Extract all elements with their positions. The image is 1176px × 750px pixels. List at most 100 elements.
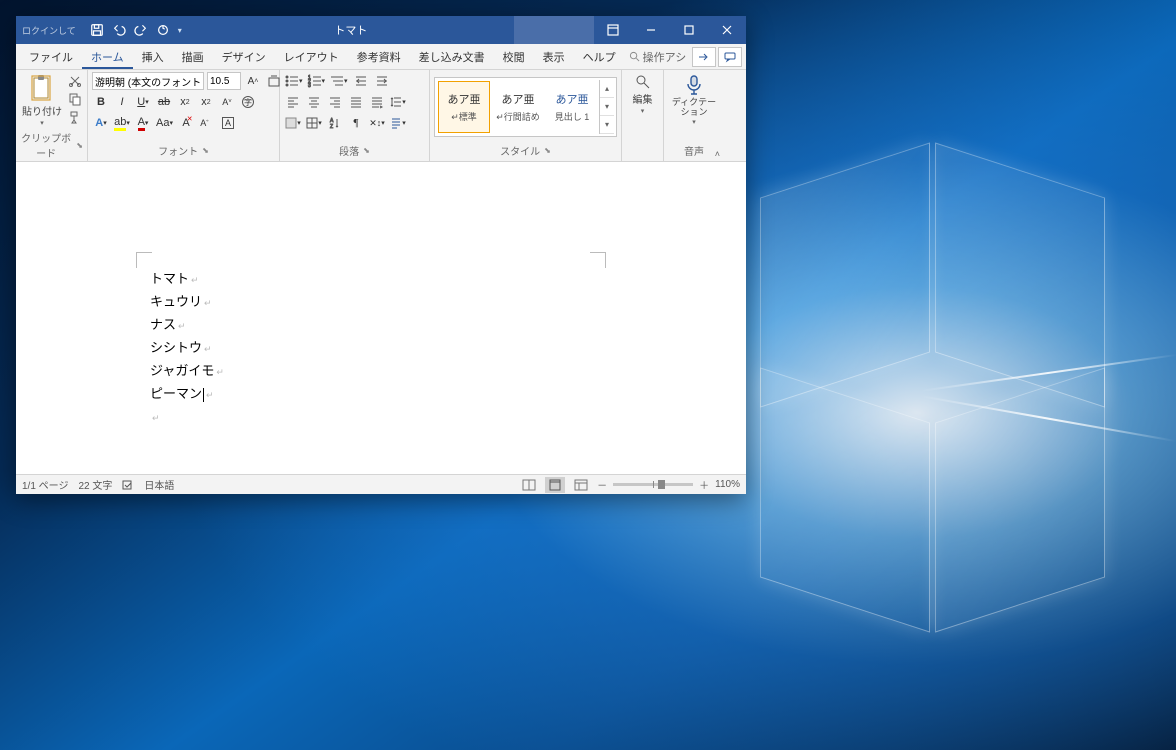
editing-menu[interactable]: 編集 ▾ [631,72,655,117]
superscript-button[interactable]: x2 [197,93,215,111]
tab-home[interactable]: ホーム [82,45,133,69]
web-layout-button[interactable] [571,477,591,493]
show-paragraph-marks-button[interactable]: ¶ [347,114,365,132]
styles-more-button[interactable]: ▾ [600,116,614,134]
dialog-launcher-icon[interactable]: ⬊ [202,146,209,155]
style-no-spacing[interactable]: あア亜 ↵行間詰め [492,81,544,133]
strikethrough-button[interactable]: ab [155,93,173,111]
tab-draw[interactable]: 描画 [173,45,213,69]
paragraph-settings-button[interactable]: ▾ [389,114,407,132]
minimize-button[interactable] [632,16,670,44]
dialog-launcher-icon[interactable]: ⬊ [363,146,370,155]
ribbon-display-options[interactable] [594,16,632,44]
text-line[interactable]: シシトウ [150,337,224,360]
share-button[interactable] [692,47,716,67]
page[interactable]: トマト キュウリ ナス シシトウ ジャガイモ ピーマン [42,162,746,474]
tab-references[interactable]: 参考資料 [348,45,410,69]
titlebar[interactable]: ロクインして ▾ トマト [16,16,746,44]
wallpaper-pane [760,142,930,407]
account-badge[interactable]: ロクインして [22,24,76,37]
collapse-ribbon-icon[interactable]: ˄ [715,149,720,159]
read-mode-button[interactable] [519,477,539,493]
document-area[interactable]: トマト キュウリ ナス シシトウ ジャガイモ ピーマン [16,162,746,474]
paste-button[interactable]: 貼り付け ▾ [20,72,64,129]
tab-help[interactable]: ヘルプ [574,45,625,69]
dialog-launcher-icon[interactable]: ⬊ [76,141,83,150]
decrease-indent-button[interactable] [352,72,370,90]
styles-scroll-down[interactable]: ▾ [600,98,614,116]
borders-button[interactable]: ▾ [305,114,323,132]
align-left-button[interactable] [284,93,302,111]
italic-button[interactable]: I [113,93,131,111]
highlight-button[interactable]: ab▾ [113,114,131,132]
tell-me-search[interactable]: 操作アシ [629,49,687,65]
bold-button[interactable]: B [92,93,110,111]
undo-icon[interactable] [112,23,126,37]
document-content[interactable]: トマト キュウリ ナス シシトウ ジャガイモ ピーマン [150,268,224,420]
dictation-button[interactable]: ディクテーション ▾ [668,72,720,128]
sort-button[interactable]: AZ [326,114,344,132]
tab-insert[interactable]: 挿入 [133,45,173,69]
tab-review[interactable]: 校閲 [494,45,534,69]
underline-button[interactable]: U▾ [134,93,152,111]
character-shading-button[interactable]: A゛ [198,114,216,132]
text-line[interactable] [150,406,224,420]
enclose-characters-button[interactable]: 字 [239,93,257,111]
align-right-button[interactable] [326,93,344,111]
tab-mailings[interactable]: 差し込み文書 [410,45,494,69]
page-number[interactable]: 1/1 ページ [22,477,68,492]
styles-scroll-up[interactable]: ▴ [600,80,614,98]
style-normal[interactable]: あア亜 ↵標準 [438,81,490,133]
tab-file[interactable]: ファイル [20,45,82,69]
text-effects-button[interactable]: A▾ [92,114,110,132]
text-line[interactable]: ジャガイモ [150,360,224,383]
distributed-button[interactable] [368,93,386,111]
tab-design[interactable]: デザイン [213,45,275,69]
clear-formatting-button[interactable]: A✕ [177,114,195,132]
line-spacing-button[interactable]: ▾ [389,93,407,111]
save-icon[interactable] [90,23,104,37]
text-line[interactable]: キュウリ [150,291,224,314]
asian-layout-button[interactable]: ✕↕▾ [368,114,386,132]
font-size-combo[interactable] [207,72,241,90]
zoom-out-button[interactable]: － [597,477,607,492]
font-name-combo[interactable] [92,72,204,90]
text-line[interactable]: ピーマン [150,383,224,406]
style-heading1[interactable]: あア亜 見出し 1 [546,81,598,133]
multilevel-list-button[interactable]: ▾ [329,72,349,90]
print-layout-button[interactable] [545,477,565,493]
zoom-slider[interactable] [613,483,693,486]
numbering-button[interactable]: 123▾ [307,72,327,90]
maximize-button[interactable] [670,16,708,44]
font-color-button[interactable]: A▾ [134,114,152,132]
change-case-button[interactable]: Aa▾ [155,114,174,132]
qat-dropdown-icon[interactable]: ▾ [178,26,182,35]
bullets-button[interactable]: ▾ [284,72,304,90]
increase-indent-button[interactable] [373,72,391,90]
shading-button[interactable]: ▾ [284,114,302,132]
dialog-launcher-icon[interactable]: ⬊ [544,146,551,155]
shrink-font-button[interactable]: A˅ [218,93,236,111]
subscript-button[interactable]: x2 [176,93,194,111]
zoom-level[interactable]: 110% [715,479,740,490]
text-line[interactable]: ナス [150,314,224,337]
comments-button[interactable] [718,47,742,67]
styles-gallery[interactable]: あア亜 ↵標準 あア亜 ↵行間詰め あア亜 見出し 1 ▴ ▾ ▾ [434,77,617,137]
format-painter-icon[interactable] [68,110,82,124]
cut-icon[interactable] [68,74,82,88]
zoom-in-button[interactable]: ＋ [699,477,709,492]
grow-font-button[interactable]: A˄ [244,72,262,90]
redo-icon[interactable] [134,23,148,37]
text-line[interactable]: トマト [150,268,224,291]
language[interactable]: 日本語 [144,477,174,492]
word-count[interactable]: 22 文字 [78,477,112,492]
spellcheck-icon[interactable] [122,479,134,491]
repeat-icon[interactable] [156,23,170,37]
copy-icon[interactable] [68,92,82,106]
justify-button[interactable] [347,93,365,111]
tab-layout[interactable]: レイアウト [275,45,348,69]
tab-view[interactable]: 表示 [534,45,574,69]
close-button[interactable] [708,16,746,44]
character-border-button[interactable]: A [219,114,237,132]
align-center-button[interactable] [305,93,323,111]
